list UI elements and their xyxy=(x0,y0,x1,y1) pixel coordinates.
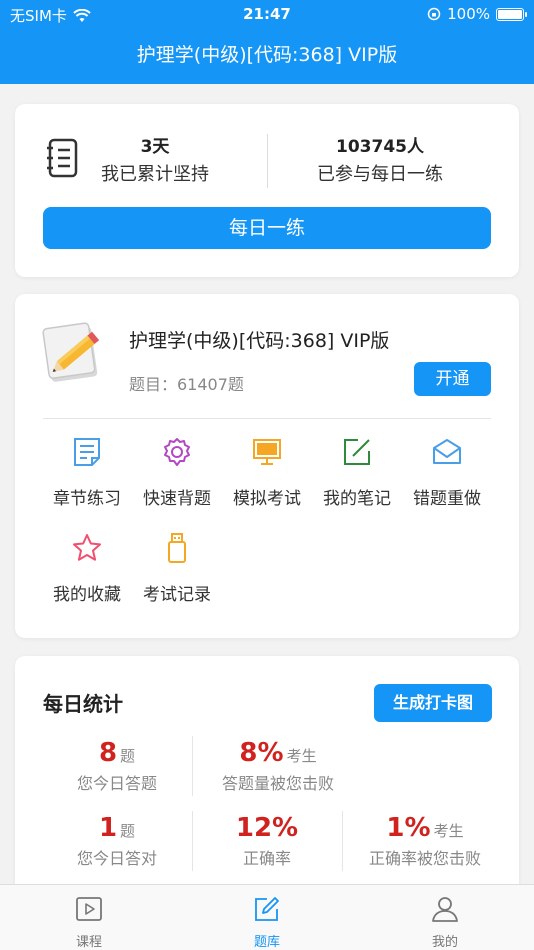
correct-label: 您今日答对 xyxy=(76,849,157,868)
feature-exam-records[interactable]: 考试记录 xyxy=(132,532,222,605)
streak-days: 3天 我已累计坚持 xyxy=(85,134,225,190)
monitor-icon xyxy=(253,439,281,465)
stat-answered: 8题 您今日答题 xyxy=(43,738,191,794)
divider xyxy=(43,418,491,419)
open-button[interactable]: 开通 xyxy=(414,362,491,396)
feature-label: 错题重做 xyxy=(413,489,481,509)
correct-unit: 题 xyxy=(120,822,136,840)
edit-icon xyxy=(344,439,370,465)
feature-label: 我的收藏 xyxy=(53,585,121,605)
answered-unit: 题 xyxy=(120,747,136,765)
star-icon xyxy=(73,534,101,561)
feature-label: 快速背题 xyxy=(143,489,211,509)
tab-label: 课程 xyxy=(75,935,102,950)
user-icon xyxy=(432,897,458,922)
feature-mock-exam[interactable]: 模拟考试 xyxy=(222,436,312,509)
participants-value: 103745人 xyxy=(336,137,424,157)
envelope-icon xyxy=(433,439,461,464)
feature-chapter-practice[interactable]: 章节练习 xyxy=(42,436,132,509)
gear-icon xyxy=(164,438,190,466)
battery-icon xyxy=(496,7,527,21)
usb-icon xyxy=(168,533,186,563)
feature-my-favorites[interactable]: 我的收藏 xyxy=(42,532,132,605)
feature-label: 考试记录 xyxy=(143,585,211,605)
feature-label: 章节练习 xyxy=(53,489,121,509)
participants-label: 已参与每日一练 xyxy=(317,164,443,185)
edit-icon xyxy=(255,897,279,921)
page-title: 护理学(中级)[代码:368] VIP版 xyxy=(0,28,534,84)
participants-count: 103745人 已参与每日一练 xyxy=(295,134,465,190)
notebook-icon xyxy=(47,138,78,178)
status-bar: 无SIM卡 21:47 100% xyxy=(0,0,534,28)
beat-count-label: 答题量被您击败 xyxy=(221,774,334,793)
tab-question-bank[interactable]: 题库 xyxy=(222,895,312,950)
document-icon xyxy=(74,438,100,466)
feature-label: 我的笔记 xyxy=(323,489,391,509)
divider xyxy=(267,134,268,188)
rotation-lock-icon xyxy=(427,7,441,21)
course-card: 护理学(中级)[代码:368] VIP版 题目：61407题 开通 章节练习 快… xyxy=(15,294,519,638)
tab-label: 我的 xyxy=(431,935,458,950)
stats-title: 每日统计 xyxy=(43,692,123,716)
stat-beat-rate: 1% 考生 正确率被您击败 xyxy=(343,813,507,869)
beat-count-unit: 考生 xyxy=(286,747,317,765)
tab-bar: 课程 题库 我的 xyxy=(0,884,534,950)
feature-redo-mistakes[interactable]: 错题重做 xyxy=(402,436,492,509)
tab-courses[interactable]: 课程 xyxy=(44,895,134,950)
notepad-pencil-icon xyxy=(42,322,100,382)
answered-label: 您今日答题 xyxy=(76,774,157,793)
daily-practice-button[interactable]: 每日一练 xyxy=(43,207,491,249)
stat-correct: 1题 您今日答对 xyxy=(43,813,191,869)
feature-quick-review[interactable]: 快速背题 xyxy=(132,436,222,509)
beat-count-value: 8% xyxy=(239,738,284,768)
tab-mine[interactable]: 我的 xyxy=(400,895,490,950)
daily-practice-card: 3天 我已累计坚持 103745人 已参与每日一练 每日一练 xyxy=(15,104,519,277)
beat-rate-unit: 考生 xyxy=(433,822,464,840)
correct-value: 1 xyxy=(98,813,118,843)
beat-rate-value: 1% xyxy=(386,813,431,843)
streak-days-label: 我已累计坚持 xyxy=(101,164,209,185)
play-icon xyxy=(76,897,102,921)
generate-checkin-button[interactable]: 生成打卡图 xyxy=(374,684,492,722)
tab-label: 题库 xyxy=(253,935,280,950)
question-count: 题目：61407题 xyxy=(129,375,244,394)
beat-rate-label: 正确率被您击败 xyxy=(368,849,481,868)
rate-value: 12% xyxy=(235,813,299,843)
answered-value: 8 xyxy=(98,738,118,768)
daily-stats-card: 每日统计 生成打卡图 8题 您今日答题 8% 考生 答题量被您击败 1题 您今日答… xyxy=(15,656,519,896)
stat-correct-rate: 12% 正确率 xyxy=(193,813,341,869)
stat-beat-count: 8% 考生 答题量被您击败 xyxy=(193,738,363,794)
feature-my-notes[interactable]: 我的笔记 xyxy=(312,436,402,509)
feature-label: 模拟考试 xyxy=(233,489,301,509)
course-title: 护理学(中级)[代码:368] VIP版 xyxy=(129,330,390,352)
streak-days-value: 3天 xyxy=(140,137,170,157)
rate-label: 正确率 xyxy=(242,849,291,868)
battery-percent: 100% xyxy=(447,5,490,23)
